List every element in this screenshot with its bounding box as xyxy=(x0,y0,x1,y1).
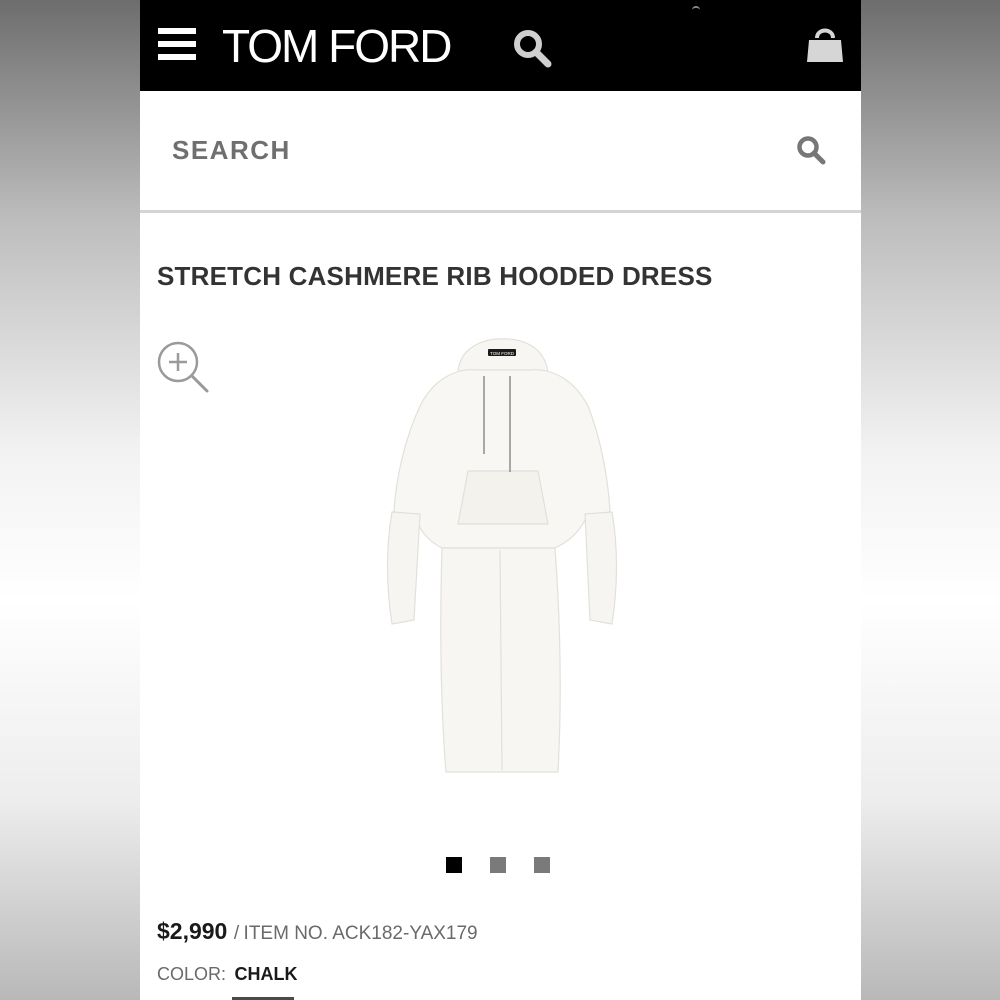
carousel-dots xyxy=(446,857,556,875)
carousel-dot[interactable] xyxy=(490,857,506,873)
product-title: STRETCH CASHMERE RIB HOODED DRESS xyxy=(157,261,713,291)
color-label: COLOR: xyxy=(157,964,227,984)
shopping-bag-icon[interactable] xyxy=(806,24,844,64)
brand-logo[interactable]: TOM FORD xyxy=(222,18,452,74)
item-number: ITEM NO. ACK182-YAX179 xyxy=(243,923,478,944)
hamburger-menu-icon[interactable] xyxy=(158,28,196,60)
product-image[interactable]: TOM FORD xyxy=(380,336,625,778)
product-price: $2,990 xyxy=(157,918,228,944)
search-placeholder: SEARCH xyxy=(172,135,291,165)
top-header: TOM FORD xyxy=(140,0,861,91)
product-page: TOM FORD SEARCH STRETCH CASHMERE RIB HOO… xyxy=(140,0,861,1000)
price-line: $2,990 / ITEM NO. ACK182-YAX179 xyxy=(157,918,478,945)
search-icon[interactable] xyxy=(796,135,826,165)
price-separator: / xyxy=(233,923,240,944)
search-icon[interactable] xyxy=(512,28,552,68)
image-brand-label: TOM FORD xyxy=(490,351,515,356)
color-value: CHALK xyxy=(234,964,298,984)
status-indicator xyxy=(692,6,700,12)
color-line: COLOR: CHALK xyxy=(157,964,297,985)
zoom-in-icon[interactable] xyxy=(156,340,210,394)
carousel-dot[interactable] xyxy=(534,857,550,873)
carousel-dot[interactable] xyxy=(446,857,462,873)
search-input[interactable]: SEARCH xyxy=(140,91,861,213)
